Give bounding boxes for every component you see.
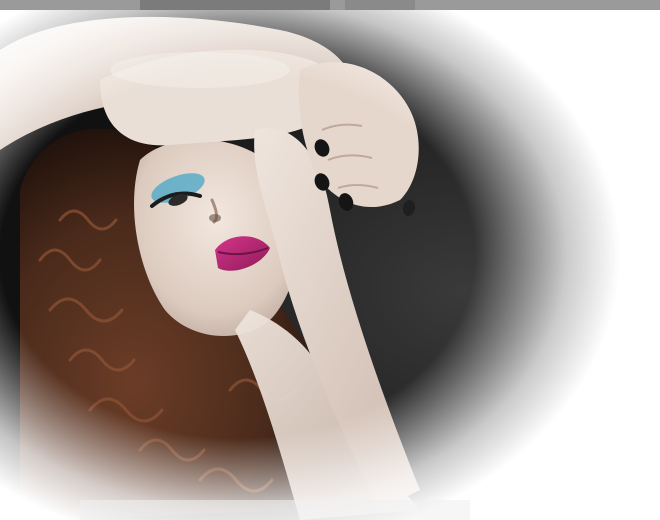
top-strip: [0, 0, 660, 10]
portrait-svg: [0, 10, 660, 520]
top-strip-left-segment: [140, 0, 330, 10]
top-strip-right-segment: [345, 0, 415, 10]
bottom-strip: [80, 500, 470, 520]
portrait-photo-icon: [0, 10, 660, 520]
photo-frame: [0, 10, 660, 520]
